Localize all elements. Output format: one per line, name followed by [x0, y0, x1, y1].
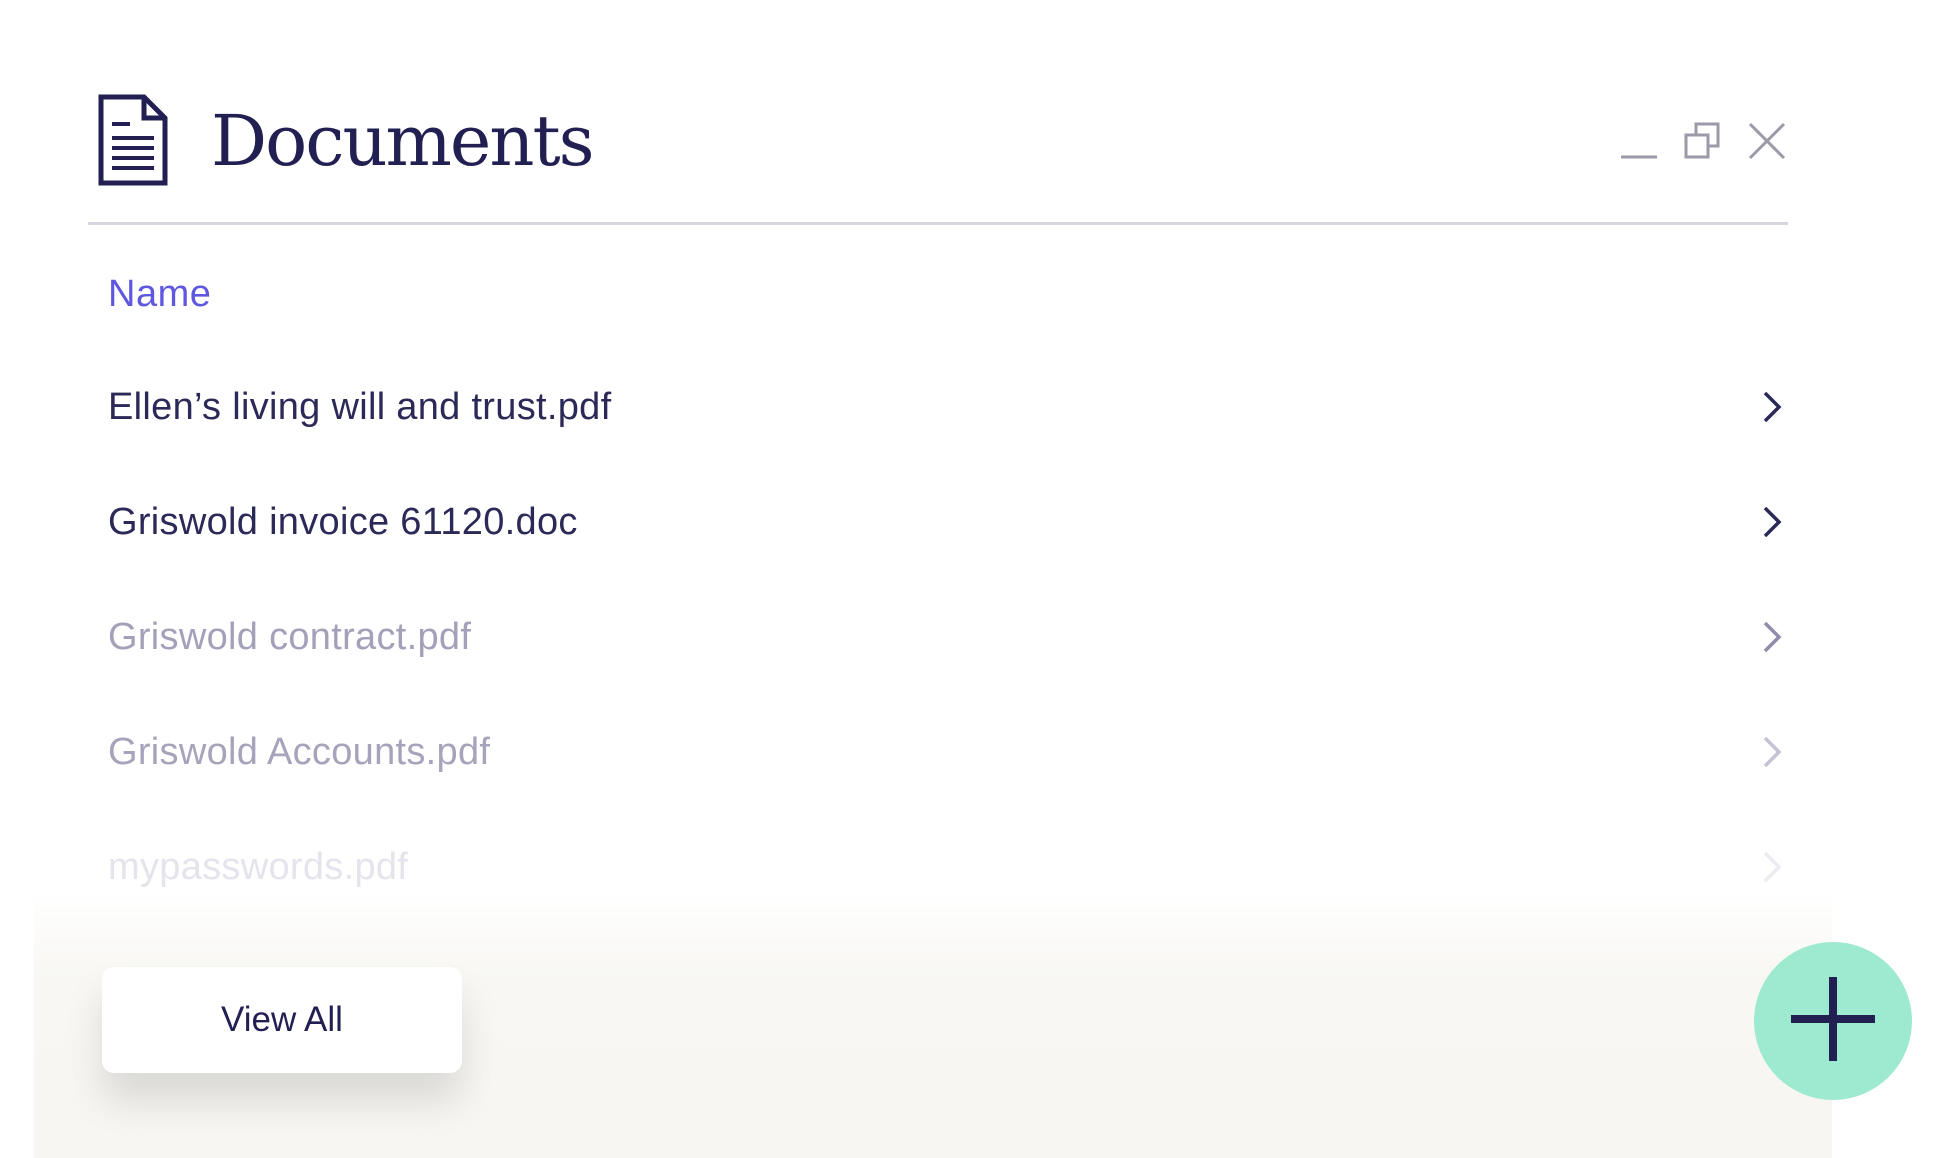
list-item[interactable]: Griswold Accounts.pdf	[108, 715, 1790, 789]
window-controls	[1618, 116, 1788, 166]
minimize-icon[interactable]	[1618, 120, 1660, 162]
page-title: Documents	[211, 100, 594, 182]
chevron-right-icon	[1758, 387, 1788, 427]
panel-header: Documents	[88, 94, 1788, 225]
list-item[interactable]: Griswold contract.pdf	[108, 600, 1790, 674]
documents-panel: Documents Name Ellen’s living will and t…	[0, 0, 1944, 1158]
restore-icon[interactable]	[1682, 120, 1724, 162]
chevron-right-icon	[1758, 732, 1788, 772]
close-icon[interactable]	[1746, 120, 1788, 162]
add-document-button[interactable]	[1754, 942, 1912, 1100]
column-header-name[interactable]: Name	[108, 270, 211, 318]
list-item-label: mypasswords.pdf	[108, 846, 409, 888]
document-icon	[98, 94, 168, 186]
chevron-right-icon	[1758, 847, 1788, 887]
list-item-label: Griswold Accounts.pdf	[108, 731, 491, 773]
list-item[interactable]: Ellen’s living will and trust.pdf	[108, 370, 1790, 444]
chevron-right-icon	[1758, 617, 1788, 657]
list-item[interactable]: Griswold invoice 61120.doc	[108, 485, 1790, 559]
chevron-right-icon	[1758, 502, 1788, 542]
list-item[interactable]: mypasswords.pdf	[108, 830, 1790, 904]
list-item-label: Griswold contract.pdf	[108, 616, 472, 658]
plus-icon	[1791, 977, 1875, 1065]
list-item-label: Ellen’s living will and trust.pdf	[108, 386, 612, 428]
view-all-button[interactable]: View All	[102, 967, 462, 1073]
list-item-label: Griswold invoice 61120.doc	[108, 501, 578, 543]
